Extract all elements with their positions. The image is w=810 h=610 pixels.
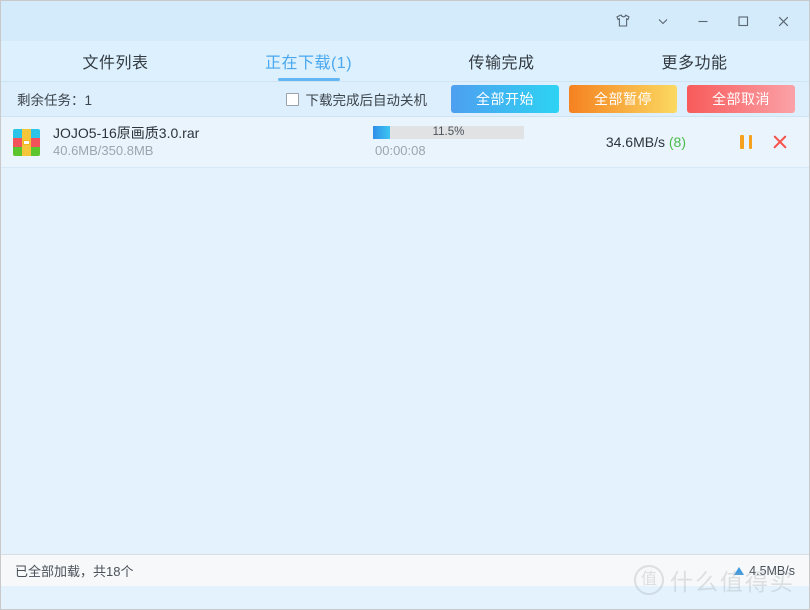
download-speed-label: 34.6MB/s (8) (606, 134, 686, 150)
download-list: JOJO5-16原画质3.0.rar 40.6MB/350.8MB 11.5% … (1, 117, 809, 554)
upload-status: 4.5MB/s (734, 564, 795, 578)
pause-all-button[interactable]: 全部暂停 (569, 85, 677, 113)
file-name: JOJO5-16原画质3.0.rar (53, 124, 200, 141)
skin-icon[interactable] (603, 5, 643, 37)
rar-archive-icon (13, 128, 40, 156)
connection-count: (8) (668, 134, 686, 150)
upload-arrow-icon (734, 566, 745, 575)
elapsed-time-label: 00:00:08 (375, 143, 426, 158)
cancel-task-icon[interactable] (772, 135, 787, 150)
download-manager-window: 文件列表 正在下载(1) 传输完成 更多功能 剩余任务：1 下载完成后自动关机 … (0, 0, 810, 610)
tab-more-features[interactable]: 更多功能 (598, 41, 791, 81)
speed-value: 34.6MB/s (605, 134, 665, 150)
tab-downloading[interactable]: 正在下载(1) (212, 41, 405, 81)
start-all-button[interactable]: 全部开始 (451, 85, 559, 113)
auto-shutdown-checkbox[interactable]: 下载完成后自动关机 (285, 89, 428, 109)
load-status-label: 已全部加载，共18个 (15, 564, 134, 579)
tab-completed[interactable]: 传输完成 (405, 41, 598, 81)
checkbox-box-icon[interactable] (285, 92, 299, 106)
chevron-down-icon[interactable] (643, 5, 683, 37)
progress-column: 11.5% 00:00:08 (373, 126, 573, 158)
cancel-all-button[interactable]: 全部取消 (687, 85, 795, 113)
status-bar: 已全部加载，共18个 4.5MB/s (1, 554, 809, 586)
auto-shutdown-label: 下载完成后自动关机 (305, 93, 428, 108)
row-actions (740, 135, 787, 150)
file-meta: JOJO5-16原画质3.0.rar 40.6MB/350.8MB (53, 125, 353, 159)
upload-speed-label: 4.5MB/s (749, 563, 795, 578)
remaining-tasks-label: 剩余任务：1 (17, 93, 93, 108)
maximize-icon[interactable] (723, 5, 763, 37)
close-icon[interactable] (763, 5, 803, 37)
table-row[interactable]: JOJO5-16原画质3.0.rar 40.6MB/350.8MB 11.5% … (1, 117, 809, 168)
tab-file-list[interactable]: 文件列表 (19, 41, 212, 81)
progress-percent-label: 11.5% (432, 126, 465, 138)
toolbar: 剩余任务：1 下载完成后自动关机 全部开始 全部暂停 全部取消 (1, 81, 809, 117)
tab-bar: 文件列表 正在下载(1) 传输完成 更多功能 (1, 41, 809, 81)
title-bar (1, 1, 809, 41)
file-size: 40.6MB/350.8MB (53, 143, 154, 159)
minimize-icon[interactable] (683, 5, 723, 37)
progress-bar: 11.5% (373, 126, 524, 139)
pause-task-icon[interactable] (740, 135, 752, 149)
